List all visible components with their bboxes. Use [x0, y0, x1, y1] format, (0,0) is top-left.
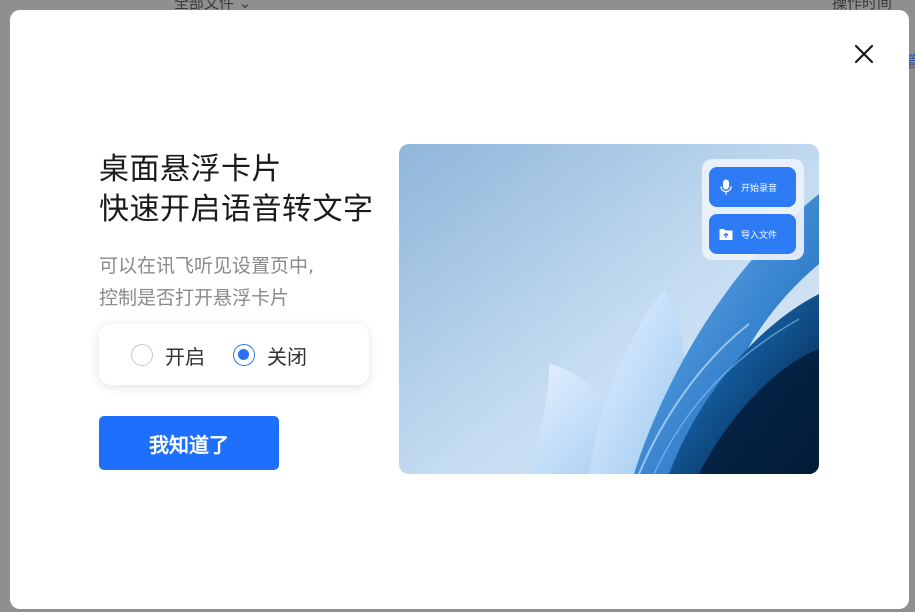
import-file-button[interactable]: 导入文件 — [709, 214, 796, 254]
floating-card-toggle-group: 开启 关闭 — [99, 324, 369, 385]
dialog-description: 可以在讯飞听见设置页中, 控制是否打开悬浮卡片 — [99, 250, 314, 314]
close-icon — [854, 44, 874, 64]
floating-card-dialog: 桌面悬浮卡片 快速开启语音转文字 可以在讯飞听见设置页中, 控制是否打开悬浮卡片… — [10, 10, 909, 609]
radio-option-off[interactable]: 关闭 — [233, 342, 307, 369]
description-line-2: 控制是否打开悬浮卡片 — [99, 287, 290, 309]
description-line-1: 可以在讯飞听见设置页中, — [99, 255, 315, 277]
start-recording-label: 开始录音 — [741, 183, 778, 194]
dialog-title: 桌面悬浮卡片 快速开启语音转文字 — [99, 150, 374, 230]
floating-card-widget: 开始录音 导入文件 — [702, 159, 804, 260]
radio-button-off[interactable] — [233, 344, 255, 366]
microphone-icon — [720, 179, 732, 195]
title-line-2: 快速开启语音转文字 — [99, 192, 374, 227]
start-recording-button[interactable]: 开始录音 — [709, 167, 796, 207]
close-button[interactable] — [850, 40, 878, 68]
radio-option-on[interactable]: 开启 — [131, 342, 205, 369]
radio-button-on[interactable] — [131, 344, 153, 366]
floating-card-preview-image: 开始录音 导入文件 — [399, 144, 819, 474]
import-file-label: 导入文件 — [741, 230, 778, 241]
radio-label-on: 开启 — [165, 344, 205, 369]
radio-label-off: 关闭 — [267, 344, 307, 369]
folder-upload-icon — [719, 229, 733, 240]
got-it-button[interactable]: 我知道了 — [99, 416, 279, 470]
title-line-1: 桌面悬浮卡片 — [99, 152, 282, 187]
